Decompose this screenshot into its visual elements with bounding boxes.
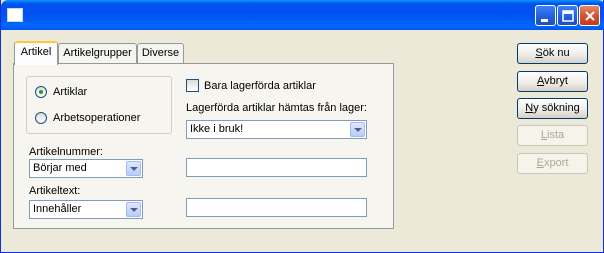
item-type-group: Artiklar Arbetsoperationer [26,76,172,134]
article-number-operator-select[interactable]: Börjar med [29,159,143,178]
close-button[interactable] [579,5,600,26]
tab-artikel[interactable]: Artikel [14,41,58,65]
list-button[interactable]: Lista [517,125,588,146]
export-button-label: xport [543,157,569,169]
search-button-mnemonic: S [535,47,543,59]
radio-arbetsoperationer[interactable]: Arbetsoperationer [35,111,140,125]
article-number-operator-value: Börjar med [33,162,87,174]
stock-only-checkbox[interactable] [186,79,199,92]
tab-panel-artikel: Artiklar Arbetsoperationer Bara lagerför… [13,63,394,229]
cancel-button[interactable]: Avbryt [517,71,588,92]
new-search-button-label: y sökning [533,102,580,114]
warehouse-select[interactable]: Ikke i bruk! [186,120,367,139]
article-text-input[interactable] [186,198,367,217]
article-text-label: Artikeltext: [29,185,81,197]
minimize-icon [541,19,548,22]
maximize-icon [562,10,574,22]
chevron-down-icon[interactable] [126,202,141,217]
search-button[interactable]: Sök nu [517,43,588,64]
search-button-label: ök nu [542,47,570,59]
chevron-down-icon[interactable] [350,122,365,137]
export-button-mnemonic: E [536,157,544,169]
stock-only-label: Bara lagerförda artiklar [204,80,316,92]
new-search-button[interactable]: Ny sökning [517,98,588,119]
radio-button[interactable] [35,112,47,125]
cancel-button-label: vbryt [544,75,568,87]
radio-artiklar-label: Artiklar [53,86,88,98]
export-button[interactable]: Export [517,153,588,174]
minimize-button[interactable] [535,5,556,26]
tab-artikelgrupper[interactable]: Artikelgrupper [58,43,137,63]
radio-artiklar[interactable]: Artiklar [35,85,87,99]
article-text-operator-select[interactable]: Innehåller [29,200,143,219]
article-number-label: Artikelnummer: [29,146,103,158]
tab-diverse[interactable]: Diverse [137,43,184,63]
warehouse-value: Ikke i bruk! [190,123,244,135]
list-button-label: ista [547,129,565,141]
dialog-window: Artikel Artikelgrupper Diverse Artiklar … [0,0,604,253]
article-number-input[interactable] [186,158,367,177]
close-icon [585,11,595,21]
article-text-operator-value: Innehåller [33,203,82,215]
title-bar[interactable] [1,0,604,30]
radio-arbetsoperationer-label: Arbetsoperationer [53,112,141,124]
radio-button-checked[interactable] [35,86,47,99]
warehouse-label: Lagerförda artiklar hämtas från lager: [186,102,367,114]
chevron-down-icon[interactable] [126,161,141,176]
maximize-button[interactable] [557,5,578,26]
window-icon [7,8,23,22]
